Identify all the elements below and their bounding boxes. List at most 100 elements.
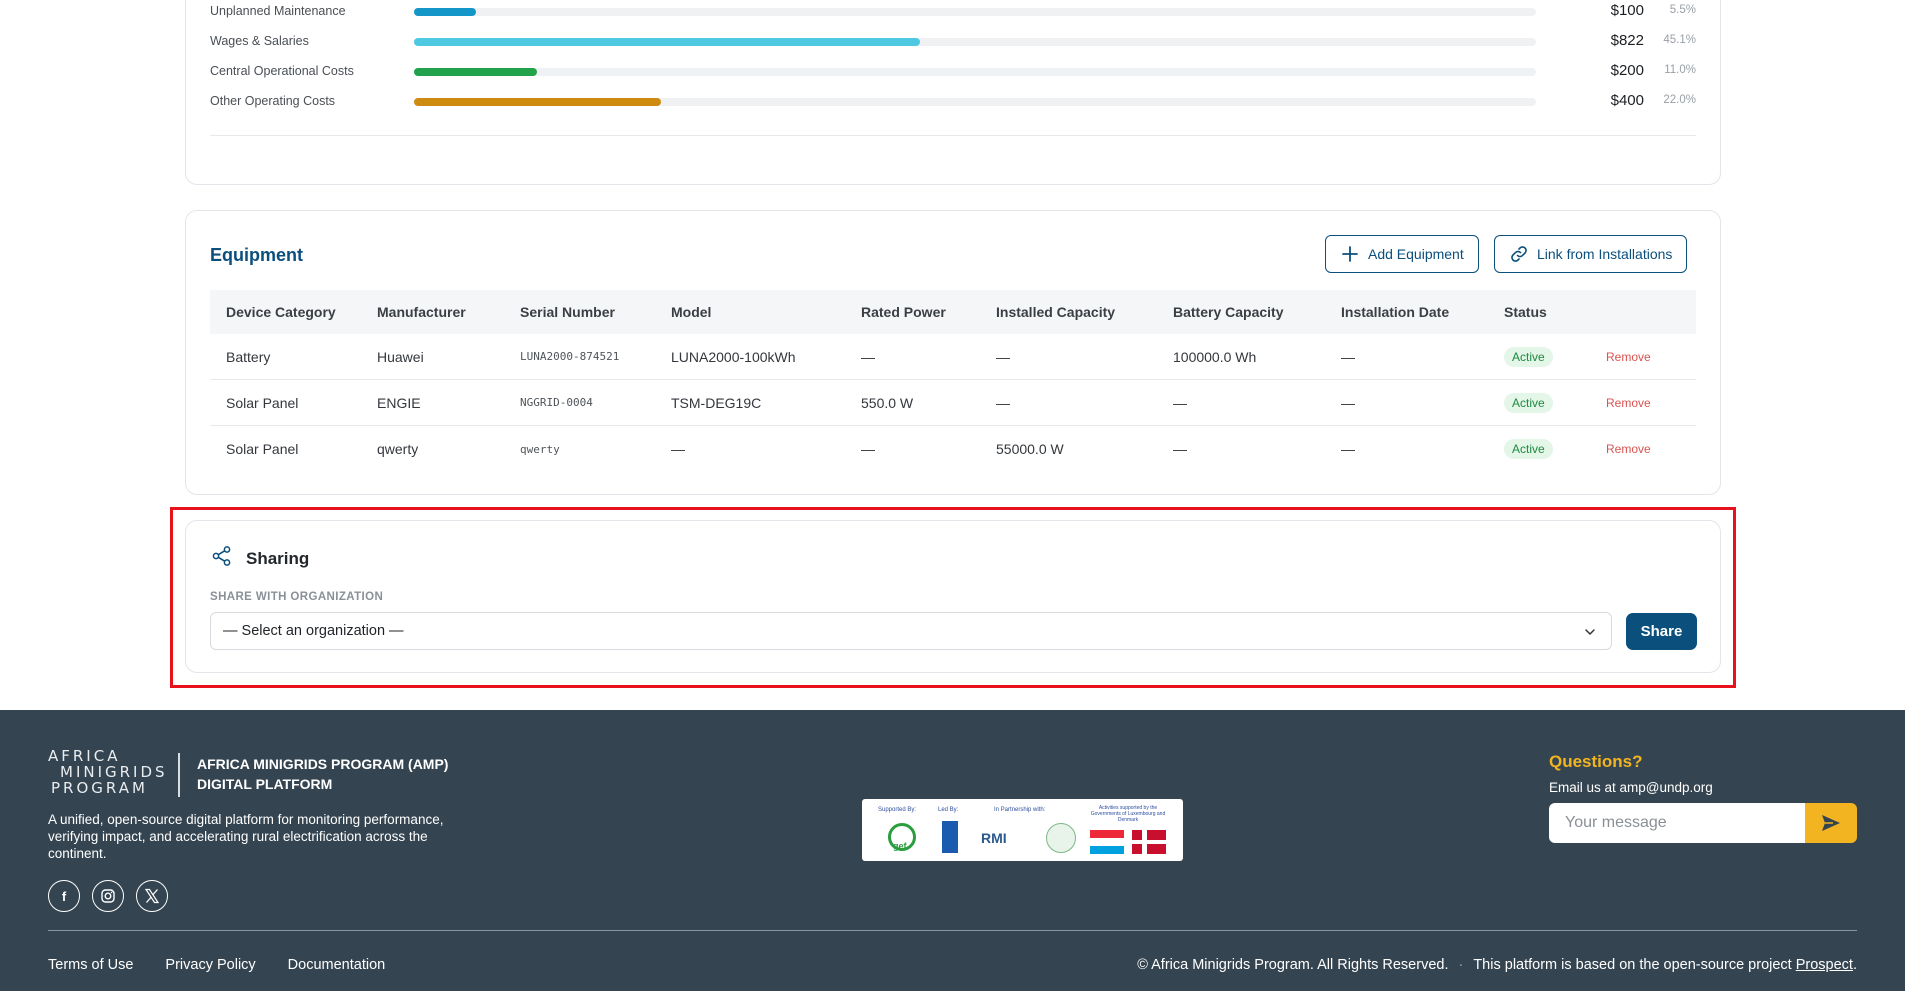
partner-caption: Led By:	[938, 807, 959, 813]
equipment-title: Equipment	[210, 245, 303, 265]
send-message-button[interactable]	[1805, 803, 1857, 843]
cost-amount: $100	[1610, 2, 1644, 19]
logo-divider	[178, 753, 180, 797]
sharing-title: Sharing	[246, 549, 310, 568]
cell-category: Solar Panel	[226, 441, 299, 457]
cost-percent: 11.0%	[1664, 64, 1696, 76]
cell-installation-date: —	[1341, 441, 1355, 457]
based-on-text: This platform is based on the open-sourc…	[1473, 957, 1857, 973]
cost-amount: $400	[1610, 92, 1644, 109]
table-row: Battery Huawei LUNA2000-874521 LUNA2000-…	[210, 334, 1696, 380]
x-icon[interactable]	[136, 880, 168, 912]
rmi-logo: RMI	[981, 830, 1007, 846]
link-from-installations-label: Link from Installations	[1537, 246, 1673, 262]
message-input[interactable]	[1549, 803, 1805, 843]
cost-row-wages-salaries: Wages & Salaries $822 45.1%	[210, 31, 1696, 51]
footer-description: A unified, open-source digital platform …	[48, 812, 444, 861]
partner-caption: Activities supported by the Governments …	[1090, 805, 1166, 823]
terms-of-use-link[interactable]: Terms of Use	[48, 957, 133, 973]
cost-row-central-operational: Central Operational Costs $200 11.0%	[210, 61, 1696, 81]
cell-model: LUNA2000-100kWh	[671, 348, 796, 365]
cost-bar-fill	[414, 8, 476, 16]
remove-button[interactable]: Remove	[1606, 396, 1666, 410]
add-equipment-button[interactable]: Add Equipment	[1325, 235, 1479, 273]
copyright-text: © Africa Minigrids Program. All Rights R…	[1137, 957, 1449, 973]
brand-line: AFRICA MINIGRIDS PROGRAM (AMP)	[197, 756, 449, 772]
status-badge: Active	[1504, 439, 1553, 459]
footer-brand: AFRICA MINIGRIDS PROGRAM (AMP) DIGITAL P…	[197, 754, 448, 794]
cell-battery-capacity: —	[1173, 394, 1187, 411]
undp-logo	[942, 821, 958, 853]
footer-links: Terms of Use Privacy Policy Documentatio…	[48, 957, 385, 973]
cost-bar-fill	[414, 98, 661, 106]
questions-email: Email us at amp@undp.org	[1549, 780, 1713, 795]
cost-row-other-operating: Other Operating Costs $400 22.0%	[210, 91, 1696, 111]
cell-installed-capacity: —	[996, 348, 1010, 365]
cell-model: —	[671, 441, 685, 457]
instagram-icon[interactable]	[92, 880, 124, 912]
cost-label: Central Operational Costs	[210, 64, 354, 78]
column-header: Rated Power	[861, 304, 946, 320]
documentation-link[interactable]: Documentation	[288, 957, 386, 973]
cell-serial: NGGRID-0004	[520, 396, 593, 409]
chevron-down-icon	[1585, 629, 1595, 636]
cell-status: Active	[1504, 392, 1606, 413]
amp-logo: AFRICA MINIGRIDS PROGRAM	[48, 748, 178, 804]
footer-divider	[48, 930, 1857, 931]
column-header: Status	[1504, 304, 1547, 320]
cell-serial: LUNA2000-874521	[520, 350, 620, 363]
cost-label: Other Operating Costs	[210, 94, 336, 108]
remove-button[interactable]: Remove	[1606, 350, 1666, 364]
logo-line: AFRICA	[48, 747, 121, 765]
cost-amount: $822	[1610, 32, 1644, 49]
cost-label: Unplanned Maintenance	[210, 4, 346, 18]
separator: ·	[1458, 957, 1464, 973]
cost-row-unplanned-maintenance: Unplanned Maintenance $100 5.5%	[210, 1, 1696, 21]
column-header: Serial Number	[520, 304, 615, 320]
privacy-policy-link[interactable]: Privacy Policy	[165, 957, 255, 973]
link-from-installations-button[interactable]: Link from Installations	[1494, 235, 1688, 273]
column-header: Battery Capacity	[1173, 304, 1284, 320]
share-button[interactable]: Share	[1626, 613, 1697, 650]
cell-battery-capacity: —	[1173, 441, 1187, 457]
column-header: Manufacturer	[377, 304, 466, 320]
cost-bar-track	[414, 68, 1536, 76]
trailing-period: .	[1852, 957, 1857, 973]
partner-caption: In Partnership with:	[994, 807, 1046, 813]
send-icon	[1822, 815, 1840, 831]
cost-bar-track	[414, 38, 1536, 46]
remove-button[interactable]: Remove	[1606, 442, 1666, 456]
cell-category: Battery	[226, 348, 271, 365]
cost-amount: $200	[1610, 62, 1644, 79]
table-row: Solar Panel ENGIE NGGRID-0004 TSM-DEG19C…	[210, 380, 1696, 426]
column-header: Installed Capacity	[996, 304, 1116, 320]
cell-installed-capacity: 55000.0 W	[996, 441, 1064, 457]
african-union-logo	[1046, 823, 1076, 853]
cell-battery-capacity: 100000.0 Wh	[1173, 348, 1257, 365]
cell-rated-power: —	[861, 348, 875, 365]
organization-select[interactable]: — Select an organization —	[210, 612, 1612, 650]
cost-bar-track	[414, 8, 1536, 16]
cell-manufacturer: Huawei	[377, 348, 424, 365]
footer: AFRICA MINIGRIDS PROGRAM AFRICA MINIGRID…	[0, 710, 1905, 991]
cost-percent: 45.1%	[1663, 34, 1696, 46]
gef-logo-text: gef	[893, 841, 907, 851]
cost-percent: 5.5%	[1669, 4, 1696, 16]
equipment-card: Equipment Add Equipment Link from Instal…	[185, 210, 1721, 495]
sharing-card: Sharing SHARE WITH ORGANIZATION — Select…	[185, 520, 1721, 673]
column-header: Model	[671, 304, 712, 320]
cell-status: Active	[1504, 439, 1606, 459]
share-icon	[212, 546, 231, 566]
partner-caption: Supported By:	[878, 807, 917, 813]
cell-installation-date: —	[1341, 348, 1355, 365]
cell-manufacturer: ENGIE	[377, 394, 421, 411]
cost-bar-track	[414, 98, 1536, 106]
share-field-label: SHARE WITH ORGANIZATION	[210, 591, 384, 603]
cell-installed-capacity: —	[996, 394, 1010, 411]
partner-logos: Supported By: Led By: In Partnership wit…	[862, 799, 1183, 861]
facebook-icon[interactable]: f	[48, 880, 80, 912]
cell-installation-date: —	[1341, 394, 1355, 411]
prospect-link[interactable]: Prospect	[1796, 957, 1853, 973]
organization-select-value: — Select an organization —	[223, 623, 404, 639]
link-icon	[1511, 246, 1527, 262]
